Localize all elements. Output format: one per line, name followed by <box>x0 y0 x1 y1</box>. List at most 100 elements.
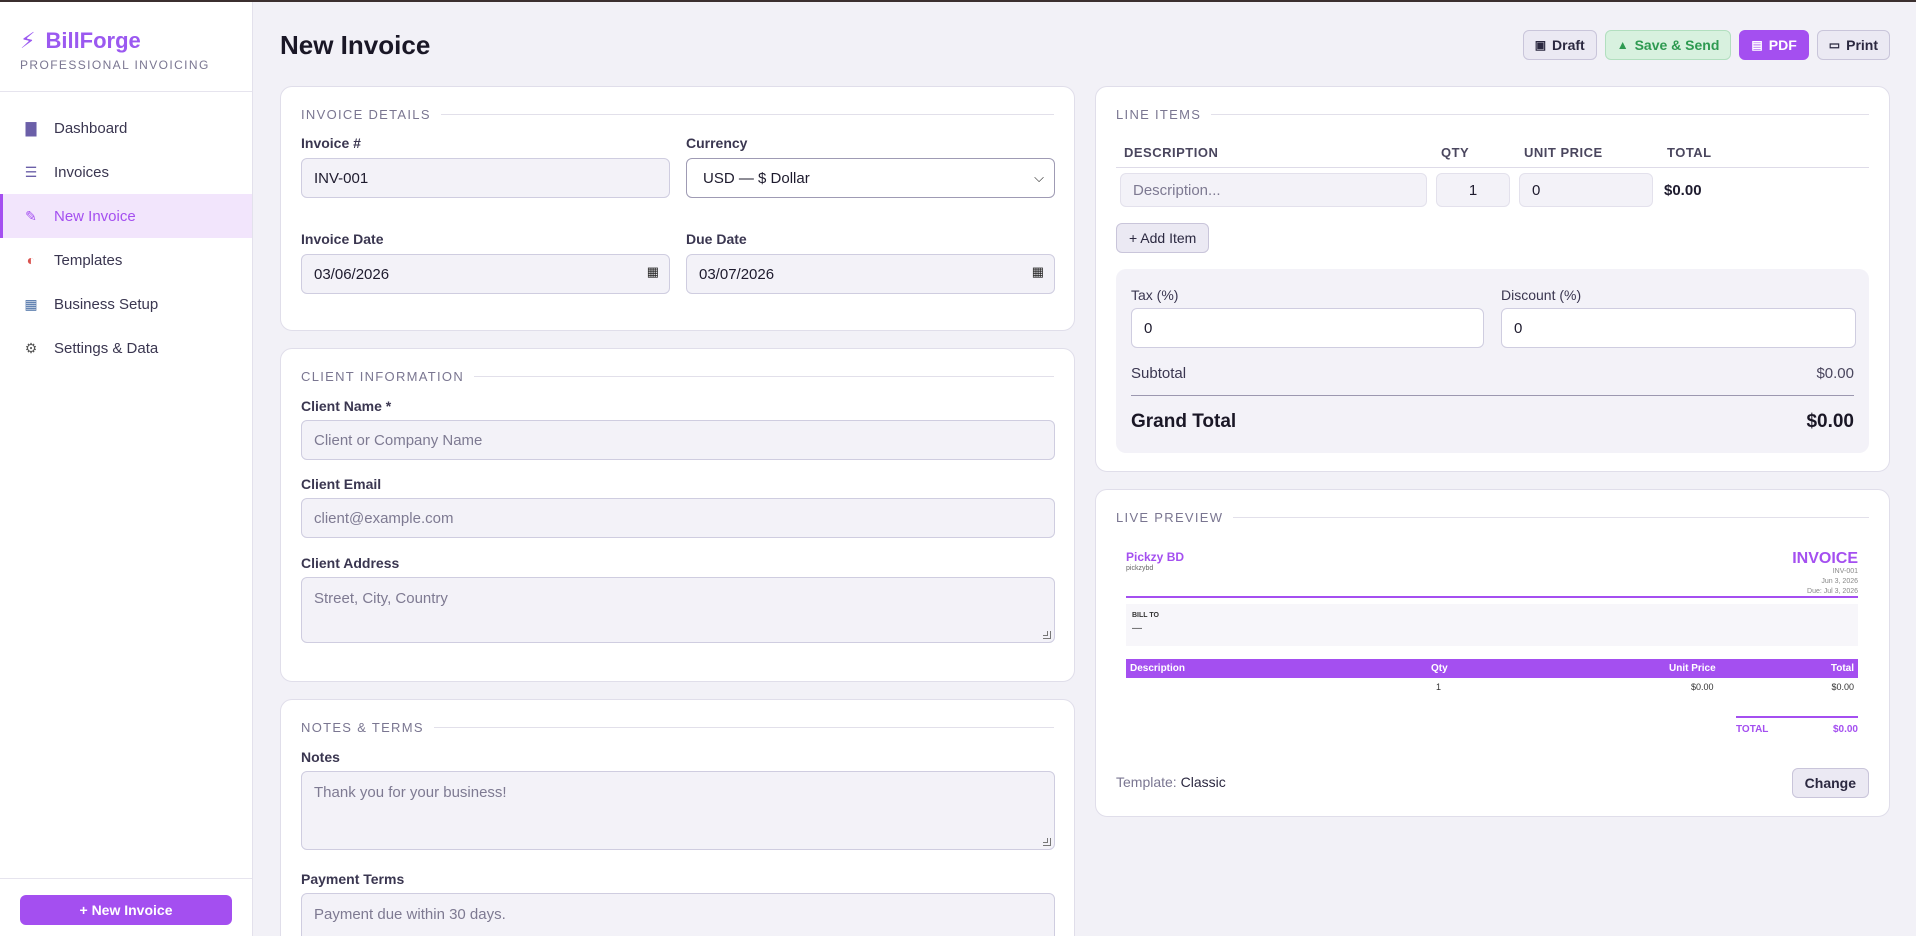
sidebar-item-new-invoice[interactable]: ✎ New Invoice <box>0 194 252 238</box>
sidebar-item-label: Dashboard <box>54 119 128 137</box>
preview-bill-to-label: BILL TO <box>1132 612 1159 619</box>
client-name-label: Client Name * <box>301 398 392 414</box>
print-button[interactable]: ▭ Print <box>1816 30 1890 60</box>
preview-col-total: Total <box>1830 663 1854 674</box>
line-items-card: LINE ITEMS DESCRIPTION QTY UNIT PRICE TO… <box>1095 86 1890 472</box>
template-label: Template: <box>1116 774 1177 790</box>
tax-input[interactable]: 0 <box>1131 308 1484 348</box>
resize-handle[interactable] <box>1043 631 1051 639</box>
item-description-input[interactable]: Description... <box>1120 173 1427 207</box>
resize-handle[interactable] <box>1043 838 1051 846</box>
sidebar-item-label: Settings & Data <box>54 339 159 357</box>
currency-select-value: USD — $ Dollar <box>703 169 810 187</box>
brand-name: BillForge <box>45 28 141 53</box>
draft-button-label: Draft <box>1552 37 1585 53</box>
pencil-icon: ✎ <box>25 207 37 224</box>
preview-doc-title: INVOICE <box>1792 550 1858 567</box>
page-title: New Invoice <box>280 30 431 60</box>
new-invoice-button[interactable]: + New Invoice <box>20 895 232 925</box>
due-date-label: Due Date <box>686 231 747 247</box>
invoice-number-input[interactable]: INV-001 <box>301 158 670 198</box>
preview-col-description: Description <box>1130 663 1186 674</box>
column-header-total: TOTAL <box>1667 145 1712 160</box>
invoice-date-input[interactable]: 03/06/2026 ▦ <box>301 254 670 294</box>
client-information-title: CLIENT INFORMATION <box>301 369 1054 384</box>
calendar-icon[interactable]: ▦ <box>647 264 659 280</box>
currency-select[interactable]: USD — $ Dollar ⌵ <box>686 158 1055 198</box>
item-unit-price-input[interactable]: 0 <box>1519 173 1653 207</box>
draft-button[interactable]: ▣ Draft <box>1522 30 1597 60</box>
line-items-title: LINE ITEMS <box>1116 107 1869 122</box>
client-name-input[interactable]: Client or Company Name <box>301 420 1055 460</box>
item-total: $0.00 <box>1664 182 1702 199</box>
sidebar-item-settings[interactable]: ⚙ Settings & Data <box>0 326 252 370</box>
preview-total-rule <box>1736 716 1858 718</box>
brand-subtitle: PROFESSIONAL INVOICING <box>20 58 210 72</box>
currency-label: Currency <box>686 135 748 151</box>
due-date-input[interactable]: 03/07/2026 ▦ <box>686 254 1055 294</box>
notes-label: Notes <box>301 749 340 765</box>
totals-panel: Tax (%) 0 Discount (%) 0 Subtotal $0.00 … <box>1116 269 1869 453</box>
invoice-date-label: Invoice Date <box>301 231 384 247</box>
sidebar-item-dashboard[interactable]: ▇ Dashboard <box>0 106 252 150</box>
discount-input[interactable]: 0 <box>1501 308 1856 348</box>
calendar-icon[interactable]: ▦ <box>1032 264 1044 280</box>
lightning-icon: ⚡︎ <box>20 28 36 53</box>
pdf-icon: ▤ <box>1751 38 1763 52</box>
chevron-down-icon: ⌵ <box>1034 170 1044 185</box>
live-preview-title: LIVE PREVIEW <box>1116 510 1869 525</box>
header-actions: ▣ Draft ▲ Save & Send ▤ PDF ▭ Print <box>1522 30 1890 60</box>
grand-total-label: Grand Total <box>1131 411 1237 432</box>
preview-table-header: Description Qty Unit Price Total <box>1126 659 1858 678</box>
bar-chart-icon: ▇ <box>25 119 37 136</box>
save-send-button[interactable]: ▲ Save & Send <box>1604 30 1732 60</box>
preview-table-row: 1 $0.00 $0.00 <box>1126 678 1858 698</box>
window-top-border <box>0 0 1916 2</box>
pdf-button[interactable]: ▤ PDF <box>1739 30 1809 60</box>
client-address-placeholder: Street, City, Country <box>314 590 448 607</box>
preview-business-sub: pickzybd <box>1126 565 1154 572</box>
notes-terms-card: NOTES & TERMS Notes Thank you for your b… <box>280 699 1075 936</box>
sidebar: ⚡︎ BillForge PROFESSIONAL INVOICING ▇ Da… <box>0 2 253 936</box>
column-header-unit-price: UNIT PRICE <box>1524 145 1603 160</box>
sidebar-item-label: New Invoice <box>54 207 136 225</box>
preview-bill-to-box: BILL TO — <box>1126 604 1858 646</box>
preview-col-unit-price: Unit Price <box>1669 663 1716 674</box>
sidebar-item-templates[interactable]: ◐ Templates <box>0 238 252 282</box>
sidebar-footer: + New Invoice <box>0 878 252 936</box>
subtotal-value: $0.00 <box>1816 365 1854 382</box>
payment-terms-label: Payment Terms <box>301 871 405 887</box>
preview-doc-due: Due: Jul 3, 2026 <box>1807 588 1858 595</box>
item-qty-input[interactable]: 1 <box>1436 173 1510 207</box>
sidebar-item-invoices[interactable]: ☰ Invoices <box>0 150 252 194</box>
invoice-date-value: 03/06/2026 <box>314 265 390 283</box>
preview-total-value: $0.00 <box>1832 724 1858 735</box>
invoice-details-card: INVOICE DETAILS Invoice # INV-001 Curren… <box>280 86 1075 331</box>
client-address-textarea[interactable]: Street, City, Country <box>301 577 1055 643</box>
payment-terms-value: Payment due within 30 days. <box>314 906 506 923</box>
send-icon: ▲ <box>1616 38 1629 52</box>
change-template-button[interactable]: Change <box>1791 768 1869 798</box>
template-indicator: Template: Classic <box>1116 774 1226 790</box>
preview-row-unit-price: $0.00 <box>1691 682 1714 692</box>
notes-terms-title: NOTES & TERMS <box>301 720 1054 735</box>
preview-header-rule <box>1126 596 1858 598</box>
column-header-description: DESCRIPTION <box>1124 145 1219 160</box>
tax-label: Tax (%) <box>1131 287 1179 303</box>
payment-terms-textarea[interactable]: Payment due within 30 days. <box>301 893 1055 936</box>
invoice-number-label: Invoice # <box>301 135 361 151</box>
totals-divider <box>1131 395 1854 396</box>
preview-doc-number: INV-001 <box>1832 568 1858 575</box>
preview-bill-to-value: — <box>1132 623 1142 634</box>
client-email-input[interactable]: client@example.com <box>301 498 1055 538</box>
notes-value: Thank you for your business! <box>314 784 507 801</box>
sidebar-item-business-setup[interactable]: ▦ Business Setup <box>0 282 252 326</box>
preview-doc-date: Jun 3, 2026 <box>1821 578 1858 585</box>
brand: ⚡︎ BillForge PROFESSIONAL INVOICING <box>0 2 252 92</box>
preview-row-qty: 1 <box>1436 682 1442 692</box>
notes-textarea[interactable]: Thank you for your business! <box>301 771 1055 850</box>
print-button-label: Print <box>1846 37 1878 53</box>
template-value: Classic <box>1180 774 1226 790</box>
column-header-qty: QTY <box>1441 145 1470 160</box>
add-item-button[interactable]: + Add Item <box>1116 223 1210 253</box>
